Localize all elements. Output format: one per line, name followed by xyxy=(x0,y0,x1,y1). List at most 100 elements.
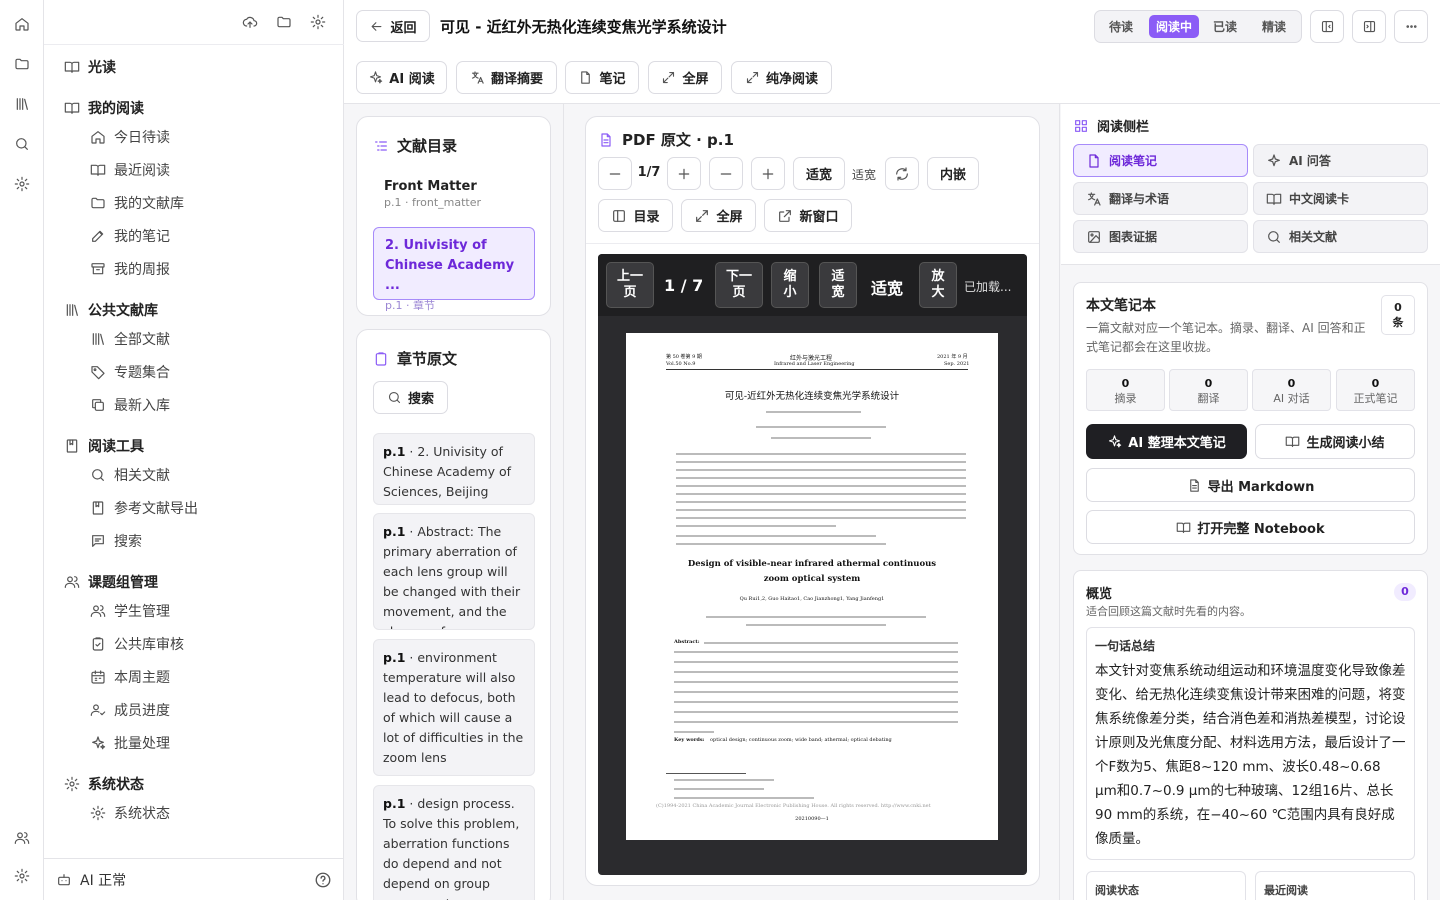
generate-summary-button[interactable]: 生成阅读小结 xyxy=(1255,424,1415,459)
sidebar-item-topics[interactable]: 专题集合 xyxy=(90,362,170,382)
ai-read-label: AI 阅读 xyxy=(389,72,435,87)
pdf-title: PDF 原文 · p.1 xyxy=(622,131,734,149)
pdf-fullscreen-button[interactable]: 全屏 xyxy=(681,199,756,232)
sparkles-icon xyxy=(1107,434,1122,449)
sidebar-item-batch[interactable]: 批量处理 xyxy=(90,733,170,753)
home-icon[interactable] xyxy=(12,14,32,34)
toc-item-front-matter[interactable]: Front Matter p.1 · front_matter xyxy=(373,173,535,219)
sidebar-item-today[interactable]: 今日待读 xyxy=(90,127,170,147)
chapter-title: 章节原文 xyxy=(397,350,458,368)
refresh-button[interactable] xyxy=(885,157,919,190)
sidebar-item-students[interactable]: 学生管理 xyxy=(90,601,170,621)
toggle-left-panel-button[interactable] xyxy=(1310,10,1344,43)
sidebar-item-notes[interactable]: 我的笔记 xyxy=(90,226,170,246)
library-icon[interactable] xyxy=(12,94,32,114)
notes-button[interactable]: 笔记 xyxy=(565,61,639,94)
open-notebook-button[interactable]: 打开完整 Notebook xyxy=(1086,510,1415,544)
zoom-out-button[interactable] xyxy=(598,157,632,190)
folder-open-icon[interactable] xyxy=(274,12,294,32)
page-plus-button[interactable] xyxy=(751,157,785,190)
tab-figures[interactable]: 图表证据 xyxy=(1073,220,1248,253)
viewer-zoom-in-button[interactable]: 放大 xyxy=(919,262,957,308)
sidebar-item-weekly[interactable]: 我的周报 xyxy=(90,259,170,279)
sparkles-icon xyxy=(1266,153,1282,169)
reading-status-box: 阅读状态 xyxy=(1086,871,1246,900)
sidebar-item-label: 最近阅读 xyxy=(114,163,170,179)
export-markdown-button[interactable]: 导出 Markdown xyxy=(1086,468,1415,502)
tab-label: 阅读笔记 xyxy=(1109,154,1158,168)
sidebar-item-review[interactable]: 公共库审核 xyxy=(90,634,184,654)
tab-reading-notes[interactable]: 阅读笔记 xyxy=(1073,144,1248,177)
tab-ai-qa[interactable]: AI 问答 xyxy=(1253,144,1428,177)
status-todo[interactable]: 待读 xyxy=(1099,15,1143,38)
sidebar-item-all[interactable]: 全部文献 xyxy=(90,329,170,349)
book-open-icon xyxy=(1266,191,1282,207)
section-public-library[interactable]: 公共文献库 xyxy=(64,300,158,320)
chapter-snippet[interactable]: p.1 · design process. To solve this prob… xyxy=(373,785,535,900)
prev-page-button[interactable]: 上一页 xyxy=(606,262,654,308)
page-minus-button[interactable] xyxy=(709,157,743,190)
sidebar-item-recent[interactable]: 最近阅读 xyxy=(90,160,170,180)
chapter-snippet[interactable]: p.1 · environment temperature will also … xyxy=(373,639,535,776)
section-group[interactable]: 课题组管理 xyxy=(64,572,158,592)
book-open-icon xyxy=(64,59,80,75)
panel-right-icon xyxy=(1362,19,1377,34)
zoom-in-button[interactable] xyxy=(667,157,701,190)
help-icon[interactable] xyxy=(314,871,332,889)
chapter-snippet[interactable]: p.1 · Abstract: The primary aberration o… xyxy=(373,513,535,630)
section-my-reading[interactable]: 我的阅读 xyxy=(64,98,144,118)
ai-organize-notes-button[interactable]: AI 整理本文笔记 xyxy=(1086,424,1247,459)
sidebar-item-weekly-topic[interactable]: 本周主题 xyxy=(90,667,170,687)
badge-unit: 条 xyxy=(1392,316,1404,329)
sidebar-item-related[interactable]: 相关文献 xyxy=(90,465,170,485)
generate-summary-label: 生成阅读小结 xyxy=(1306,436,1385,451)
sidebar-item-label: 系统状态 xyxy=(114,806,170,822)
viewer-zoom-out-button[interactable]: 缩小 xyxy=(771,262,809,308)
translate-abstract-button[interactable]: 翻译摘要 xyxy=(456,61,557,94)
clean-reading-button[interactable]: 纯净阅读 xyxy=(731,61,832,94)
new-window-button[interactable]: 新窗口 xyxy=(764,199,852,232)
search-icon[interactable] xyxy=(12,134,32,154)
sidebar-item-search[interactable]: 搜索 xyxy=(90,531,142,551)
tab-reading-card[interactable]: 中文阅读卡 xyxy=(1253,182,1428,215)
section-reading-tools[interactable]: 阅读工具 xyxy=(64,436,144,456)
chapter-search-button[interactable]: 搜索 xyxy=(373,381,448,414)
sidebar-item-citation-export[interactable]: 参考文献导出 xyxy=(90,498,198,518)
tab-translation[interactable]: 翻译与术语 xyxy=(1073,182,1248,215)
fullscreen-button[interactable]: 全屏 xyxy=(648,61,722,94)
upload-cloud-icon[interactable] xyxy=(240,12,260,32)
tab-related[interactable]: 相关文献 xyxy=(1253,220,1428,253)
section-system[interactable]: 系统状态 xyxy=(64,774,144,794)
sidebar-item-library[interactable]: 我的文献库 xyxy=(90,193,184,213)
stat-translations: 0 翻译 xyxy=(1169,369,1248,411)
stat-ai-chats: 0 AI 对话 xyxy=(1252,369,1331,411)
more-button[interactable] xyxy=(1394,10,1428,43)
toggle-right-panel-button[interactable] xyxy=(1352,10,1386,43)
status-deep-read[interactable]: 精读 xyxy=(1251,15,1297,38)
sidebar-item-progress[interactable]: 成员进度 xyxy=(90,700,170,720)
back-button[interactable]: 返回 xyxy=(356,10,430,42)
toc-toggle-button[interactable]: 目录 xyxy=(598,199,673,232)
status-reading[interactable]: 阅读中 xyxy=(1149,15,1199,38)
ai-status: AI 正常 xyxy=(80,872,127,889)
chapter-snippet[interactable]: p.1 · 2. Univisity of Chinese Academy of… xyxy=(373,433,535,505)
toc-item-chapter-active[interactable]: 2. Univisity of Chinese Academy ... p.1 … xyxy=(373,227,535,312)
sidebar-item-latest[interactable]: 最新入库 xyxy=(90,395,170,415)
embed-button[interactable]: 内嵌 xyxy=(927,157,979,190)
folder-icon[interactable] xyxy=(12,54,32,74)
viewer-fit-button[interactable]: 适宽 xyxy=(819,262,857,308)
panel-left-icon xyxy=(1320,19,1335,34)
gear-icon[interactable] xyxy=(12,866,32,886)
ai-read-button[interactable]: AI 阅读 xyxy=(356,61,447,94)
next-page-button[interactable]: 下一页 xyxy=(715,262,763,308)
home-icon xyxy=(90,129,106,145)
sidebar-item-guangdu[interactable]: 光读 xyxy=(64,57,116,77)
users-icon[interactable] xyxy=(12,828,32,848)
settings-icon[interactable] xyxy=(308,12,328,32)
fit-width-button[interactable]: 适宽 xyxy=(793,157,845,190)
reading-sidebar-header: 阅读侧栏 xyxy=(1073,116,1149,135)
settings-icon[interactable] xyxy=(12,174,32,194)
status-read[interactable]: 已读 xyxy=(1203,15,1247,38)
search-icon xyxy=(387,390,402,405)
sidebar-item-system-status[interactable]: 系统状态 xyxy=(90,803,170,823)
